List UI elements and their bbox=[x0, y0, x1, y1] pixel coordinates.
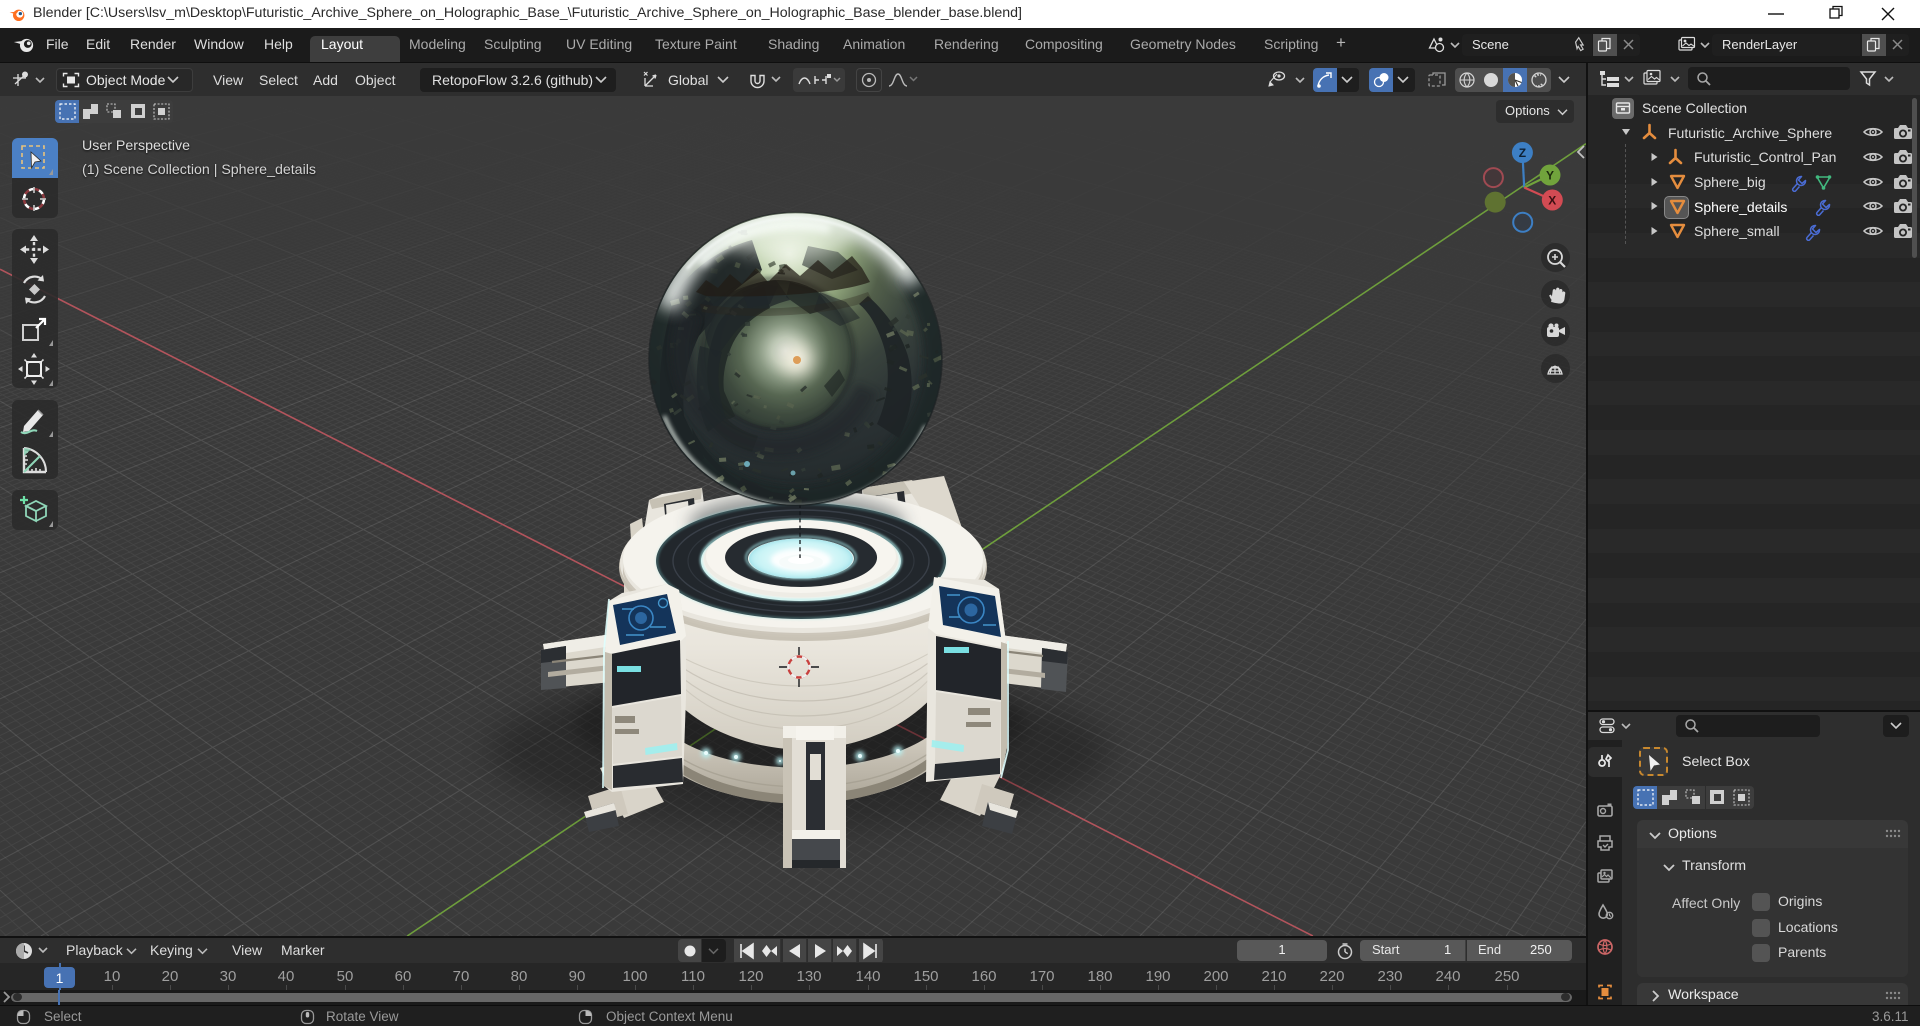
svg-text:X: X bbox=[1548, 193, 1556, 207]
svg-text:Z: Z bbox=[1519, 146, 1526, 160]
svg-text:Y: Y bbox=[1546, 168, 1554, 182]
